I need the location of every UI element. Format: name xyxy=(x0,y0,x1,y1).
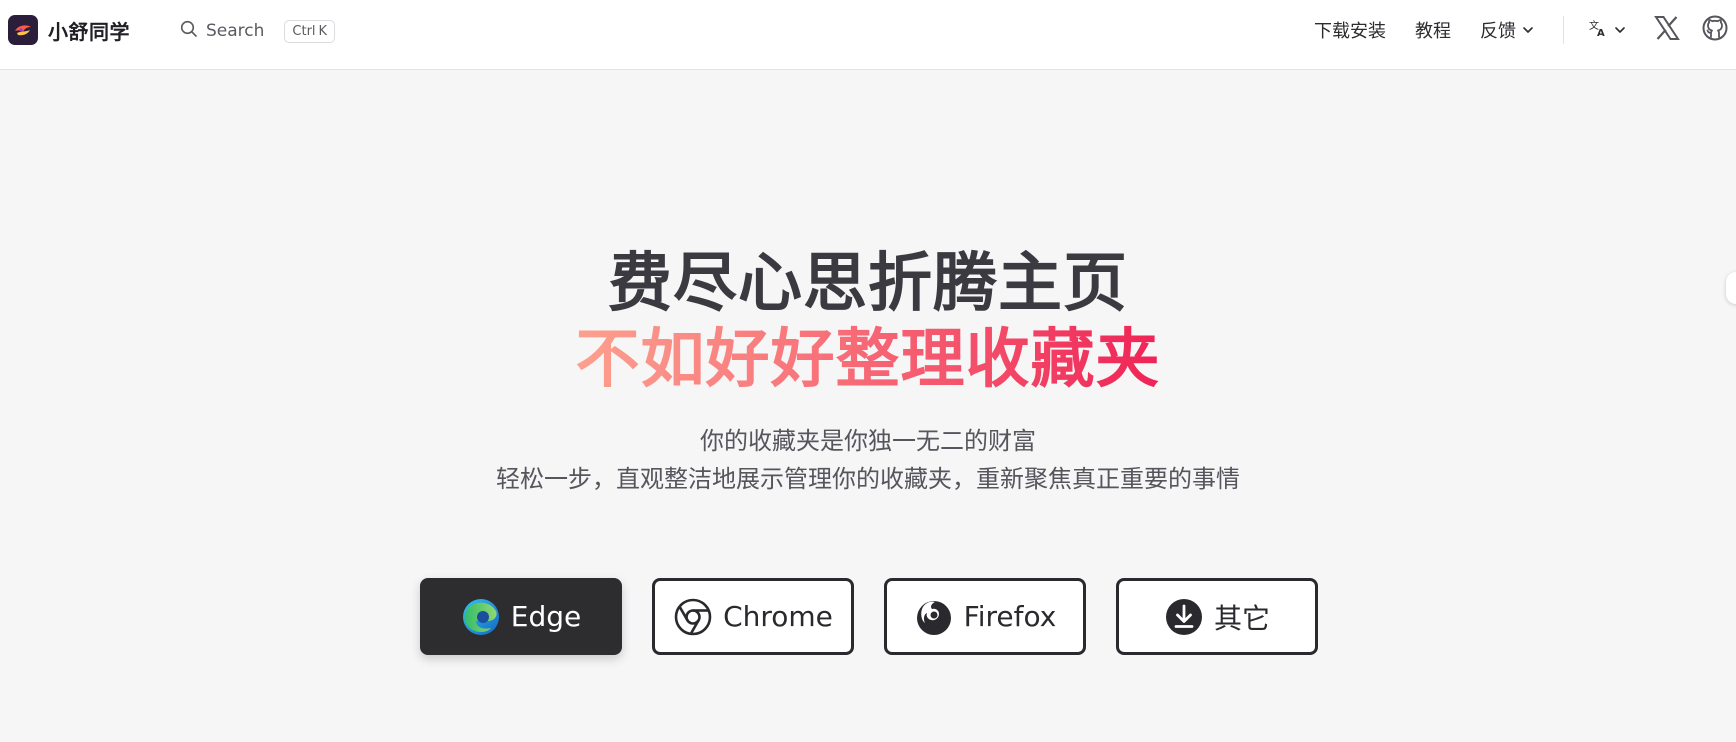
hero-headline-accent: 不如好好整理收藏夹 xyxy=(0,322,1736,398)
download-icon xyxy=(1164,597,1204,637)
shortcut-key: K xyxy=(318,23,328,39)
download-buttons: Edge Chrome Firefox 其它 xyxy=(420,578,1318,655)
nav-tutorial-link[interactable]: 教程 xyxy=(1415,17,1451,43)
chrome-download-label: Chrome xyxy=(723,600,833,633)
other-download-button[interactable]: 其它 xyxy=(1116,578,1318,655)
firefox-download-button[interactable]: Firefox xyxy=(884,578,1086,655)
hero-tagline-line-2: 轻松一步，直观整洁地展示管理你的收藏夹，重新聚焦真正重要的事情 xyxy=(496,465,1240,493)
hero-tagline-line-1: 你的收藏夹是你独一无二的财富 xyxy=(700,427,1036,455)
hero-section: 费尽心思折腾主页 不如好好整理收藏夹 你的收藏夹是你独一无二的财富 轻松一步，直… xyxy=(0,70,1736,742)
hero-tagline: 你的收藏夹是你独一无二的财富 轻松一步，直观整洁地展示管理你的收藏夹，重新聚焦真… xyxy=(0,422,1736,498)
svg-text:A: A xyxy=(1597,28,1605,38)
edge-icon xyxy=(461,597,501,637)
chrome-download-button[interactable]: Chrome xyxy=(652,578,854,655)
nav-divider xyxy=(1563,16,1564,44)
x-twitter-link[interactable] xyxy=(1654,16,1680,44)
language-switch-button[interactable]: 文 A xyxy=(1588,18,1626,42)
brand-name: 小舒同学 xyxy=(48,19,130,44)
search-icon xyxy=(180,20,198,42)
brand-link[interactable]: 小舒同学 xyxy=(8,14,130,46)
edge-download-label: Edge xyxy=(510,600,582,633)
nav-feedback-label: 反馈 xyxy=(1480,21,1516,42)
search-label: Search xyxy=(206,21,265,41)
github-link[interactable] xyxy=(1702,15,1728,45)
hero-headline-accent-text: 不如好好整理收藏夹 xyxy=(575,323,1161,397)
chevron-down-icon xyxy=(1522,20,1534,41)
firefox-icon xyxy=(914,597,954,637)
x-twitter-icon xyxy=(1654,16,1680,44)
chevron-down-icon xyxy=(1614,21,1626,40)
hero-headline: 费尽心思折腾主页 xyxy=(608,247,1128,321)
search-shortcut: Ctrl K xyxy=(284,19,336,43)
firefox-download-label: Firefox xyxy=(963,600,1057,633)
nav-feedback-dropdown[interactable]: 反馈 xyxy=(1480,17,1534,43)
search-button[interactable]: Search Ctrl K xyxy=(180,16,336,46)
brand-logo-icon xyxy=(8,15,38,45)
edge-download-button[interactable]: Edge xyxy=(420,578,622,655)
github-icon xyxy=(1702,15,1728,45)
translate-icon: 文 A xyxy=(1588,18,1608,42)
other-download-label: 其它 xyxy=(1213,601,1270,635)
nav-download-link[interactable]: 下载安装 xyxy=(1314,17,1386,43)
chrome-icon xyxy=(673,597,713,637)
top-navbar: 小舒同学 Search Ctrl K 下载安装 教程 反馈 文 A xyxy=(0,0,1736,70)
shortcut-modifier: Ctrl xyxy=(292,23,316,39)
side-panel-handle[interactable] xyxy=(1726,272,1736,304)
nav-links: 下载安装 教程 反馈 文 A xyxy=(1314,0,1736,60)
